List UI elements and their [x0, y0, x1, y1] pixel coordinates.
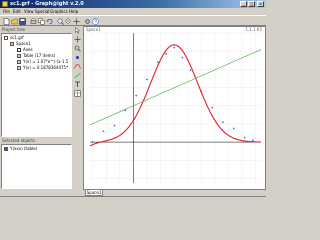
zoom-in-icon[interactable]	[57, 18, 64, 25]
graph-space-label: Space1	[86, 27, 101, 32]
linear-fit-line	[89, 49, 262, 126]
plot-series	[89, 44, 262, 147]
table-icon	[17, 54, 21, 58]
function-icon	[17, 66, 21, 70]
data-point	[243, 136, 246, 139]
pan-icon[interactable]	[73, 18, 80, 25]
move-icon[interactable]	[74, 36, 81, 43]
menu-special[interactable]: Special	[35, 9, 49, 14]
data-point	[211, 106, 214, 109]
data-point	[251, 139, 254, 142]
tree-item-function-2[interactable]: Y(x) = 0.1878364475*	[17, 65, 68, 71]
gaussian-fit-curve	[89, 44, 262, 147]
axes	[90, 33, 261, 183]
menu-edit[interactable]: Edit	[13, 9, 21, 14]
data-point	[91, 141, 94, 144]
settings-icon[interactable]	[84, 18, 91, 25]
menu-view[interactable]: View	[24, 9, 34, 14]
function-icon	[17, 60, 21, 64]
undo-icon[interactable]	[46, 18, 53, 25]
zoom-out-icon[interactable]	[65, 18, 72, 25]
table-icon	[4, 147, 8, 151]
selected-item[interactable]: Y(xxx) (table)	[4, 146, 37, 152]
window-title: sc1.grf - Graph@ight v.2.0	[10, 1, 84, 7]
data-point	[135, 94, 138, 97]
line-tool-icon[interactable]	[74, 72, 81, 79]
project-tree: sc1.grf Space1 Axes Table (17 items) Y(x…	[1, 33, 72, 137]
pointer-icon[interactable]	[74, 27, 81, 34]
version-label: 1.1.1.65	[245, 27, 262, 32]
data-point	[222, 121, 224, 124]
copy-icon[interactable]	[38, 18, 45, 25]
data-point	[102, 130, 105, 133]
data-point	[146, 78, 148, 81]
add-point-icon[interactable]	[74, 54, 81, 61]
table-tool-icon[interactable]	[74, 90, 81, 97]
zoom-icon[interactable]	[74, 45, 81, 52]
text-tool-icon[interactable]	[74, 81, 81, 88]
graph-toolbar	[73, 27, 82, 189]
data-point	[189, 69, 192, 72]
print-icon[interactable]	[30, 18, 37, 25]
menu-bar: File Edit View Special Graphics Help	[0, 8, 266, 15]
new-icon[interactable]	[3, 18, 10, 25]
data-point	[232, 127, 235, 130]
data-point	[165, 52, 167, 55]
menu-graphics[interactable]: Graphics	[50, 9, 68, 14]
save-icon[interactable]	[19, 18, 26, 25]
data-point	[113, 124, 116, 127]
selected-objects-panel: Y(xxx) (table)	[1, 144, 72, 189]
toolbar	[0, 15, 266, 26]
data-point	[173, 46, 176, 49]
help-icon[interactable]	[92, 18, 99, 25]
title-bar: sc1.grf - Graph@ight v.2.0 _ □ x	[0, 0, 266, 8]
close-button[interactable]: x	[257, 1, 264, 7]
grid-lines	[90, 32, 261, 183]
axes-icon	[17, 48, 21, 52]
status-bar	[0, 196, 266, 200]
maximize-button[interactable]: □	[248, 1, 255, 7]
function-tool-icon[interactable]	[74, 63, 81, 70]
folder-icon	[10, 42, 14, 46]
plot-svg	[89, 32, 262, 183]
file-icon	[4, 36, 8, 40]
menu-file[interactable]: File	[3, 9, 10, 14]
open-icon[interactable]	[11, 18, 18, 25]
data-point	[181, 56, 184, 59]
graph-canvas[interactable]	[83, 26, 266, 190]
app-icon	[2, 1, 8, 7]
menu-help[interactable]: Help	[69, 9, 78, 14]
minimize-button[interactable]: _	[240, 1, 247, 7]
